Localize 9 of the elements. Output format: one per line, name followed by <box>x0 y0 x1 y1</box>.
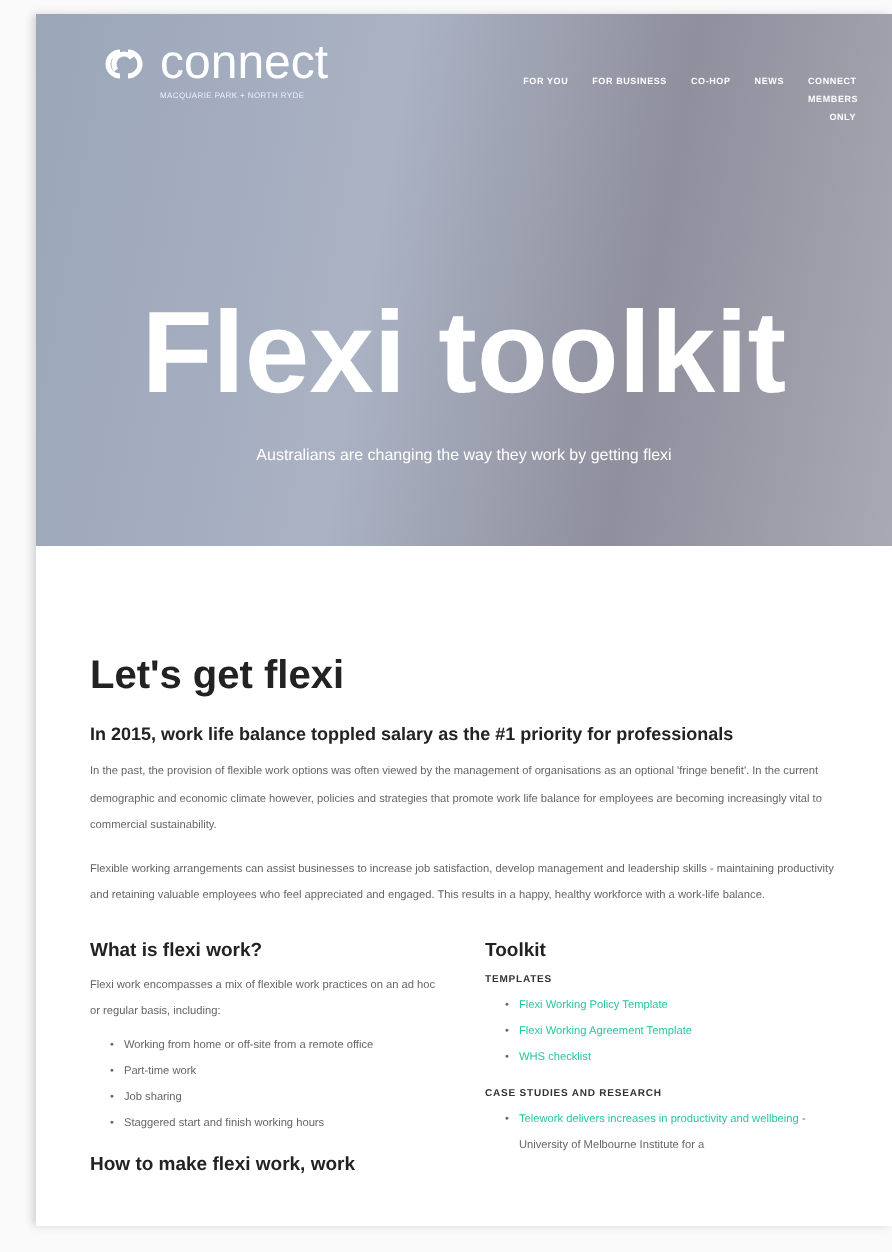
logo-text: connect <box>160 42 329 86</box>
column-title: What is flexi work? <box>90 939 265 961</box>
hero-title: Flexi toolkit <box>139 294 789 414</box>
column-title: Toolkit <box>485 939 548 961</box>
hero-subtitle: Australians are changing the way they work by getting flexi <box>254 446 674 464</box>
column-title: How to make flexi work, work <box>90 1153 358 1175</box>
section-subtitle: In 2015, work life balance toppled salary as the #1 priority for professionals <box>90 724 736 744</box>
logo-icon <box>100 46 148 82</box>
section-title: Let's get flexi <box>90 654 347 700</box>
